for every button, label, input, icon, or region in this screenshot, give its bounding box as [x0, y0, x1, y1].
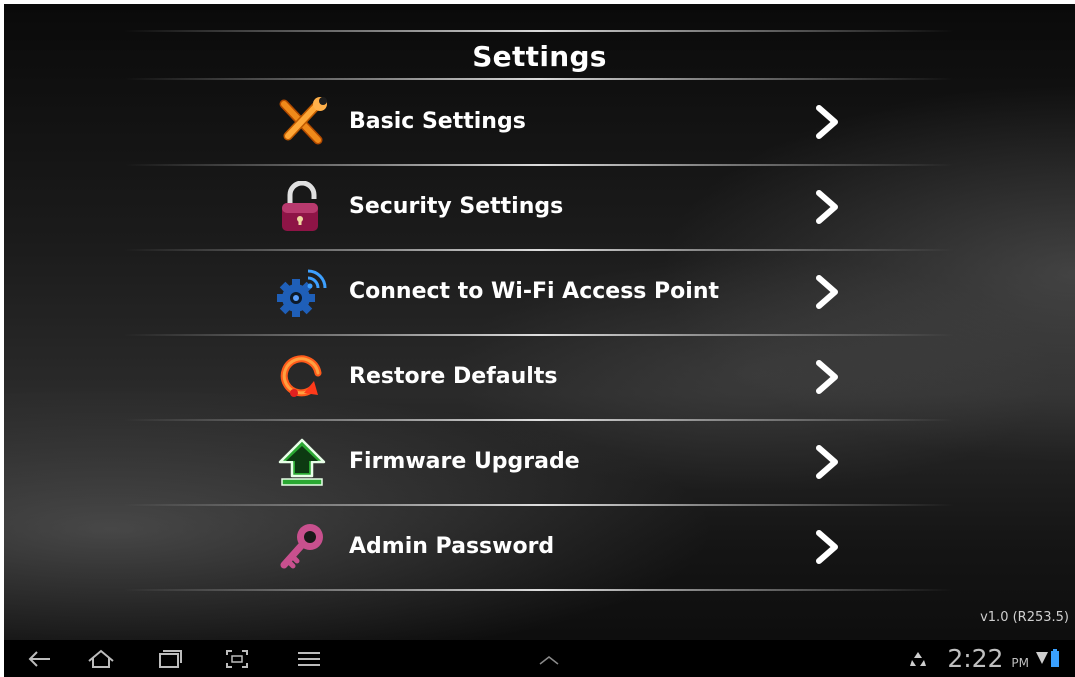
upload-arrow-icon: [278, 438, 326, 486]
menu-item-security-settings[interactable]: Security Settings: [274, 165, 844, 249]
page-title: Settings: [472, 40, 607, 73]
menu-item-firmware-upgrade[interactable]: Firmware Upgrade: [274, 420, 844, 504]
screenshot-icon[interactable]: [222, 648, 252, 670]
key-icon: [280, 524, 323, 569]
recent-apps-icon[interactable]: [154, 648, 184, 670]
version-label: v1.0 (R253.5): [980, 610, 1069, 625]
chevron-right-icon: [816, 445, 838, 479]
menu-item-label: Admin Password: [349, 534, 555, 559]
chevron-right-icon: [816, 530, 838, 564]
clock: 2:22 PM: [947, 644, 1029, 673]
tools-icon: [279, 97, 327, 145]
clock-ampm: PM: [1011, 656, 1029, 670]
chevron-right-icon: [816, 105, 838, 139]
padlock-icon: [282, 181, 318, 231]
menu-item-label: Connect to Wi-Fi Access Point: [349, 279, 720, 304]
menu-item-wifi[interactable]: Connect to Wi-Fi Access Point: [274, 250, 844, 334]
restore-icon: [280, 355, 322, 397]
top-divider: [124, 30, 954, 32]
menu-icon[interactable]: [294, 648, 324, 670]
chevron-right-icon: [816, 360, 838, 394]
system-navbar: 2:22 PM: [4, 640, 1075, 677]
menu-item-basic-settings[interactable]: Basic Settings: [274, 80, 844, 164]
home-icon[interactable]: [86, 648, 116, 670]
wifi-signal-icon: [1036, 652, 1048, 664]
menu-item-label: Security Settings: [349, 194, 564, 219]
menu-item-label: Basic Settings: [349, 109, 526, 134]
menu-item-restore-defaults[interactable]: Restore Defaults: [274, 335, 844, 419]
menu-item-label: Firmware Upgrade: [349, 449, 580, 474]
chevron-right-icon: [816, 190, 838, 224]
menu-item-label: Restore Defaults: [349, 364, 558, 389]
wifi-gear-icon: [277, 269, 327, 317]
menu-item-admin-password[interactable]: Admin Password: [274, 505, 844, 589]
back-icon[interactable]: [24, 648, 54, 670]
clock-time: 2:22: [947, 644, 1004, 673]
row-divider: [124, 589, 954, 591]
chevron-up-icon[interactable]: [534, 648, 564, 670]
recycle-icon: [910, 652, 926, 666]
chevron-right-icon: [816, 275, 838, 309]
settings-screen: Settings Basic Settings Security Setting…: [4, 4, 1075, 677]
battery-icon: [1051, 649, 1059, 667]
